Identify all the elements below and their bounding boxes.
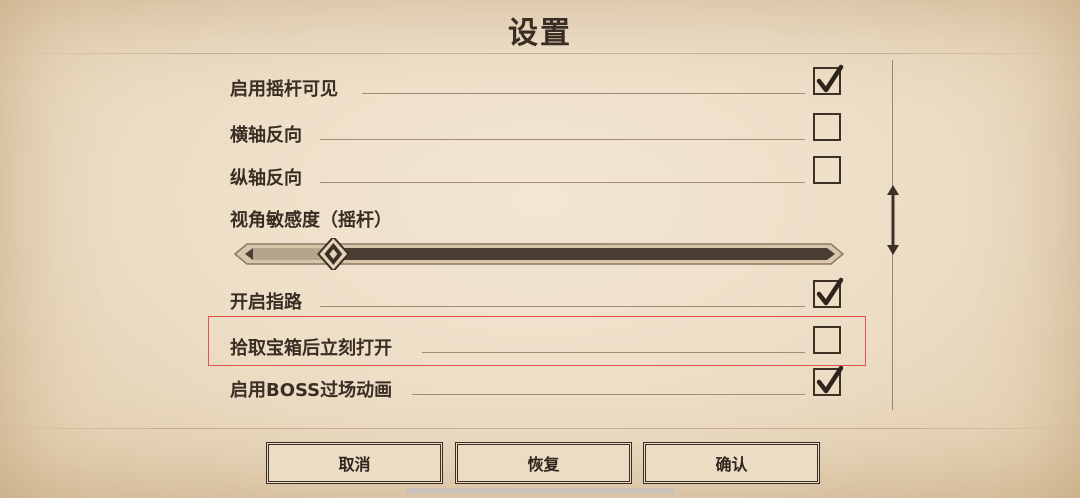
row-underline	[320, 139, 805, 140]
row-underline	[320, 182, 805, 183]
setting-row-invert-y[interactable]: 纵轴反向	[230, 156, 845, 196]
setting-label: 横轴反向	[230, 125, 302, 146]
page-title: 设置	[508, 16, 572, 51]
highlight-box	[208, 316, 866, 366]
slider-label: 视角敏感度（摇杆）	[230, 210, 392, 231]
checkmark-icon	[816, 277, 844, 306]
setting-label: 启用摇杆可见	[230, 79, 338, 100]
setting-label: 启用BOSS过场动画	[230, 380, 393, 401]
confirm-button[interactable]: 确认	[643, 442, 820, 484]
row-underline	[320, 306, 805, 307]
setting-row-invert-x[interactable]: 横轴反向	[230, 113, 845, 153]
title-divider	[0, 53, 1080, 54]
bottom-divider	[0, 428, 1080, 429]
checkbox-invert-x[interactable]	[813, 113, 841, 141]
row-underline	[362, 93, 805, 94]
scrollbar-handle[interactable]	[885, 185, 901, 255]
setting-row-boss-cutscene[interactable]: 启用BOSS过场动画	[230, 365, 845, 408]
restore-button[interactable]: 恢复	[455, 442, 632, 484]
sensitivity-slider[interactable]	[231, 235, 847, 273]
checkbox-guide[interactable]	[813, 277, 844, 308]
setting-row-joystick-visible[interactable]: 启用摇杆可见	[230, 64, 845, 107]
setting-row-guide[interactable]: 开启指路	[230, 277, 845, 320]
checkbox-joystick-visible[interactable]	[813, 64, 844, 95]
setting-label: 纵轴反向	[230, 168, 302, 189]
setting-label: 开启指路	[230, 292, 302, 313]
cancel-button[interactable]: 取消	[266, 442, 443, 484]
checkbox-boss-cutscene[interactable]	[813, 365, 844, 396]
checkmark-icon	[816, 365, 844, 394]
row-underline	[412, 394, 805, 395]
home-indicator	[405, 488, 675, 494]
checkbox-invert-y[interactable]	[813, 156, 841, 184]
checkmark-icon	[816, 64, 844, 93]
slider-thumb-icon[interactable]	[317, 235, 350, 273]
